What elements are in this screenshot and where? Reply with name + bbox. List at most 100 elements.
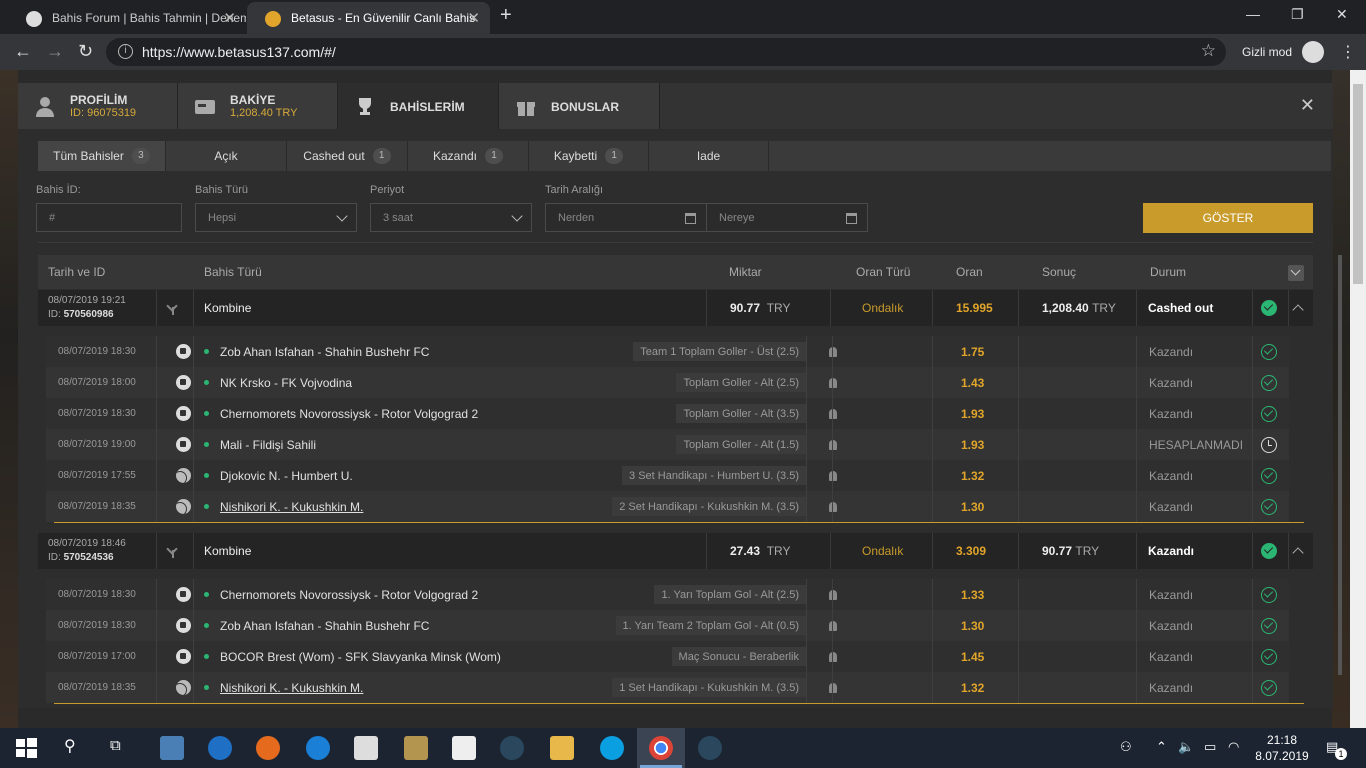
bet-selection-row[interactable]: 08/07/2019 18:00 NK Krsko - FK Vojvodina…: [46, 367, 1289, 398]
bet-summary-row[interactable]: 08/07/2019 19:21 ID: 570560986 Kombine 9…: [38, 290, 1313, 326]
bet-selection-row[interactable]: 08/07/2019 19:00 Mali - Fildişi Sahili T…: [46, 429, 1289, 460]
calendar-icon[interactable]: [846, 213, 857, 224]
maximize-button[interactable]: ❐: [1291, 6, 1304, 23]
bet-summary-row[interactable]: 08/07/2019 18:46 ID: 570524536 Kombine 2…: [38, 533, 1313, 569]
tab-bonuses[interactable]: BONUSLAR: [499, 83, 660, 129]
browser-tab-betasus[interactable]: Betasus - En Güvenilir Canlı Bahis ✕: [247, 2, 490, 34]
bet-amount: 90.77 TRY: [730, 290, 791, 326]
browser-menu-icon[interactable]: ⋮: [1340, 42, 1356, 62]
bet-id: 570524536: [63, 552, 114, 563]
wifi-icon[interactable]: ◠: [1228, 739, 1239, 755]
calculator-app-icon[interactable]: [160, 736, 184, 760]
bet-selection-row[interactable]: 08/07/2019 18:30 Zob Ahan Isfahan - Shah…: [46, 336, 1289, 367]
period-select[interactable]: 3 saat: [370, 203, 532, 232]
power-icon[interactable]: ▭: [1204, 739, 1216, 755]
pin-icon: [829, 346, 837, 357]
collapse-button[interactable]: [1292, 533, 1304, 569]
internet-explorer-icon[interactable]: [208, 736, 232, 760]
chrome-icon[interactable]: [649, 736, 673, 760]
subtab-lost[interactable]: Kaybetti 1: [529, 141, 649, 171]
bet-selection-row[interactable]: 08/07/2019 18:30 Zob Ahan Isfahan - Shah…: [46, 610, 1289, 641]
subtab-open[interactable]: Açık: [166, 141, 287, 171]
bet-selection-row[interactable]: 08/07/2019 18:35 Nishikori K. - Kukushki…: [46, 672, 1289, 703]
header-amount: Miktar: [729, 265, 762, 279]
bet-selection-row[interactable]: 08/07/2019 17:55 Djokovic N. - Humbert U…: [46, 460, 1289, 491]
collapse-button[interactable]: [1292, 290, 1304, 326]
tab-my-bets[interactable]: BAHİSLERİM: [338, 83, 499, 129]
tab-profile[interactable]: PROFİLİM ID: 96075319: [18, 83, 178, 129]
selection-event-name[interactable]: Nishikori K. - Kukushkin M.: [220, 681, 363, 695]
bet-amount: 27.43 TRY: [730, 533, 791, 569]
selection-status: Kazandı: [1149, 649, 1194, 664]
selection-market-label: Maç Sonucu - Beraberlik: [671, 647, 806, 666]
calendar-icon[interactable]: [685, 213, 696, 224]
file-explorer-icon[interactable]: [550, 736, 574, 760]
column-divider: [806, 367, 807, 398]
bet-selection-row[interactable]: 08/07/2019 17:00 BOCOR Brest (Wom) - SFK…: [46, 641, 1289, 672]
bet-type-select[interactable]: Hepsi: [195, 203, 357, 232]
info-icon[interactable]: i: [118, 44, 133, 59]
tab-balance[interactable]: BAKİYE 1,208.40 TRY: [178, 83, 338, 129]
close-modal-icon[interactable]: ✕: [1300, 95, 1315, 116]
column-divider: [806, 398, 807, 429]
check-circle-icon: [1261, 586, 1277, 603]
selection-odds: 1.93: [961, 406, 985, 421]
bet-selection-row[interactable]: 08/07/2019 18:30 Chernomorets Novorossiy…: [46, 579, 1289, 610]
browser-tab-forum[interactable]: Bahis Forum | Bahis Tahmin | Deneme ✕: [8, 2, 246, 34]
steam-icon[interactable]: [500, 736, 524, 760]
subtab-cashed-out[interactable]: Cashed out 1: [287, 141, 408, 171]
wallet-icon: [195, 100, 215, 114]
minimize-button[interactable]: —: [1246, 6, 1260, 22]
bet-status-icon: [1261, 290, 1277, 326]
selection-market: 1 Set Handikapı - Kukushkin M. (3.5): [612, 672, 806, 703]
new-tab-button[interactable]: +: [500, 4, 512, 27]
date-to-input[interactable]: Nereye: [706, 203, 868, 232]
column-divider: [1136, 672, 1137, 703]
football-icon: [176, 437, 191, 452]
window-close-button[interactable]: ✕: [1336, 6, 1348, 23]
selection-date: 08/07/2019 18:35: [58, 501, 136, 512]
bet-selection-row[interactable]: 08/07/2019 18:30 Chernomorets Novorossiy…: [46, 398, 1289, 429]
url-bar[interactable]: i https://www.betasus137.com/#/ ☆: [106, 38, 1226, 66]
page-scrollbar-thumb[interactable]: [1353, 84, 1363, 284]
subtab-all-bets[interactable]: Tüm Bahisler 3: [38, 141, 166, 171]
chevron-up-icon[interactable]: ⌃: [1156, 739, 1167, 755]
page-scrollbar[interactable]: [1350, 70, 1366, 728]
subtab-won[interactable]: Kazandı 1: [408, 141, 529, 171]
edge-icon[interactable]: [306, 736, 330, 760]
bet-id-input[interactable]: #: [36, 203, 182, 232]
show-button[interactable]: GÖSTER: [1143, 203, 1313, 233]
date-from-placeholder: Nerden: [558, 212, 595, 224]
bookmark-star-icon[interactable]: ☆: [1201, 41, 1216, 61]
column-divider: [932, 367, 933, 398]
close-tab-icon[interactable]: ✕: [223, 9, 236, 27]
pin-icon: [829, 620, 837, 631]
task-view-icon[interactable]: ⧉: [110, 737, 121, 754]
firefox-icon[interactable]: [256, 736, 280, 760]
windows-start-icon[interactable]: [14, 736, 38, 760]
subtab-refund[interactable]: Iade: [649, 141, 769, 171]
check-circle-icon: [1261, 374, 1277, 391]
subtab-count-badge: 1: [485, 148, 504, 164]
skype-icon[interactable]: [600, 736, 624, 760]
mail-icon[interactable]: [452, 736, 476, 760]
people-icon[interactable]: ⚇: [1120, 739, 1132, 755]
league-of-legends-icon[interactable]: [404, 736, 428, 760]
collapse-all-button[interactable]: [1288, 265, 1304, 281]
selection-event-name[interactable]: Nishikori K. - Kukushkin M.: [220, 500, 363, 514]
forward-arrow-icon[interactable]: →: [46, 41, 64, 62]
steam-icon[interactable]: [698, 736, 722, 760]
incognito-icon[interactable]: [1302, 41, 1324, 63]
close-tab-icon[interactable]: ✕: [467, 9, 480, 27]
reload-icon[interactable]: ↻: [78, 41, 93, 62]
volume-icon[interactable]: 🔈: [1178, 739, 1194, 755]
date-from-input[interactable]: Nerden: [545, 203, 707, 232]
selection-status-icon: [1261, 398, 1277, 429]
table-scrollbar[interactable]: [1338, 255, 1342, 675]
column-divider: [1018, 367, 1019, 398]
system-clock[interactable]: 21:18 8.07.2019: [1252, 732, 1312, 764]
bet-selection-row[interactable]: 08/07/2019 18:35 Nishikori K. - Kukushki…: [46, 491, 1289, 522]
store-icon[interactable]: [354, 736, 378, 760]
back-arrow-icon[interactable]: ←: [14, 41, 32, 62]
search-icon[interactable]: ⚲: [64, 736, 76, 756]
